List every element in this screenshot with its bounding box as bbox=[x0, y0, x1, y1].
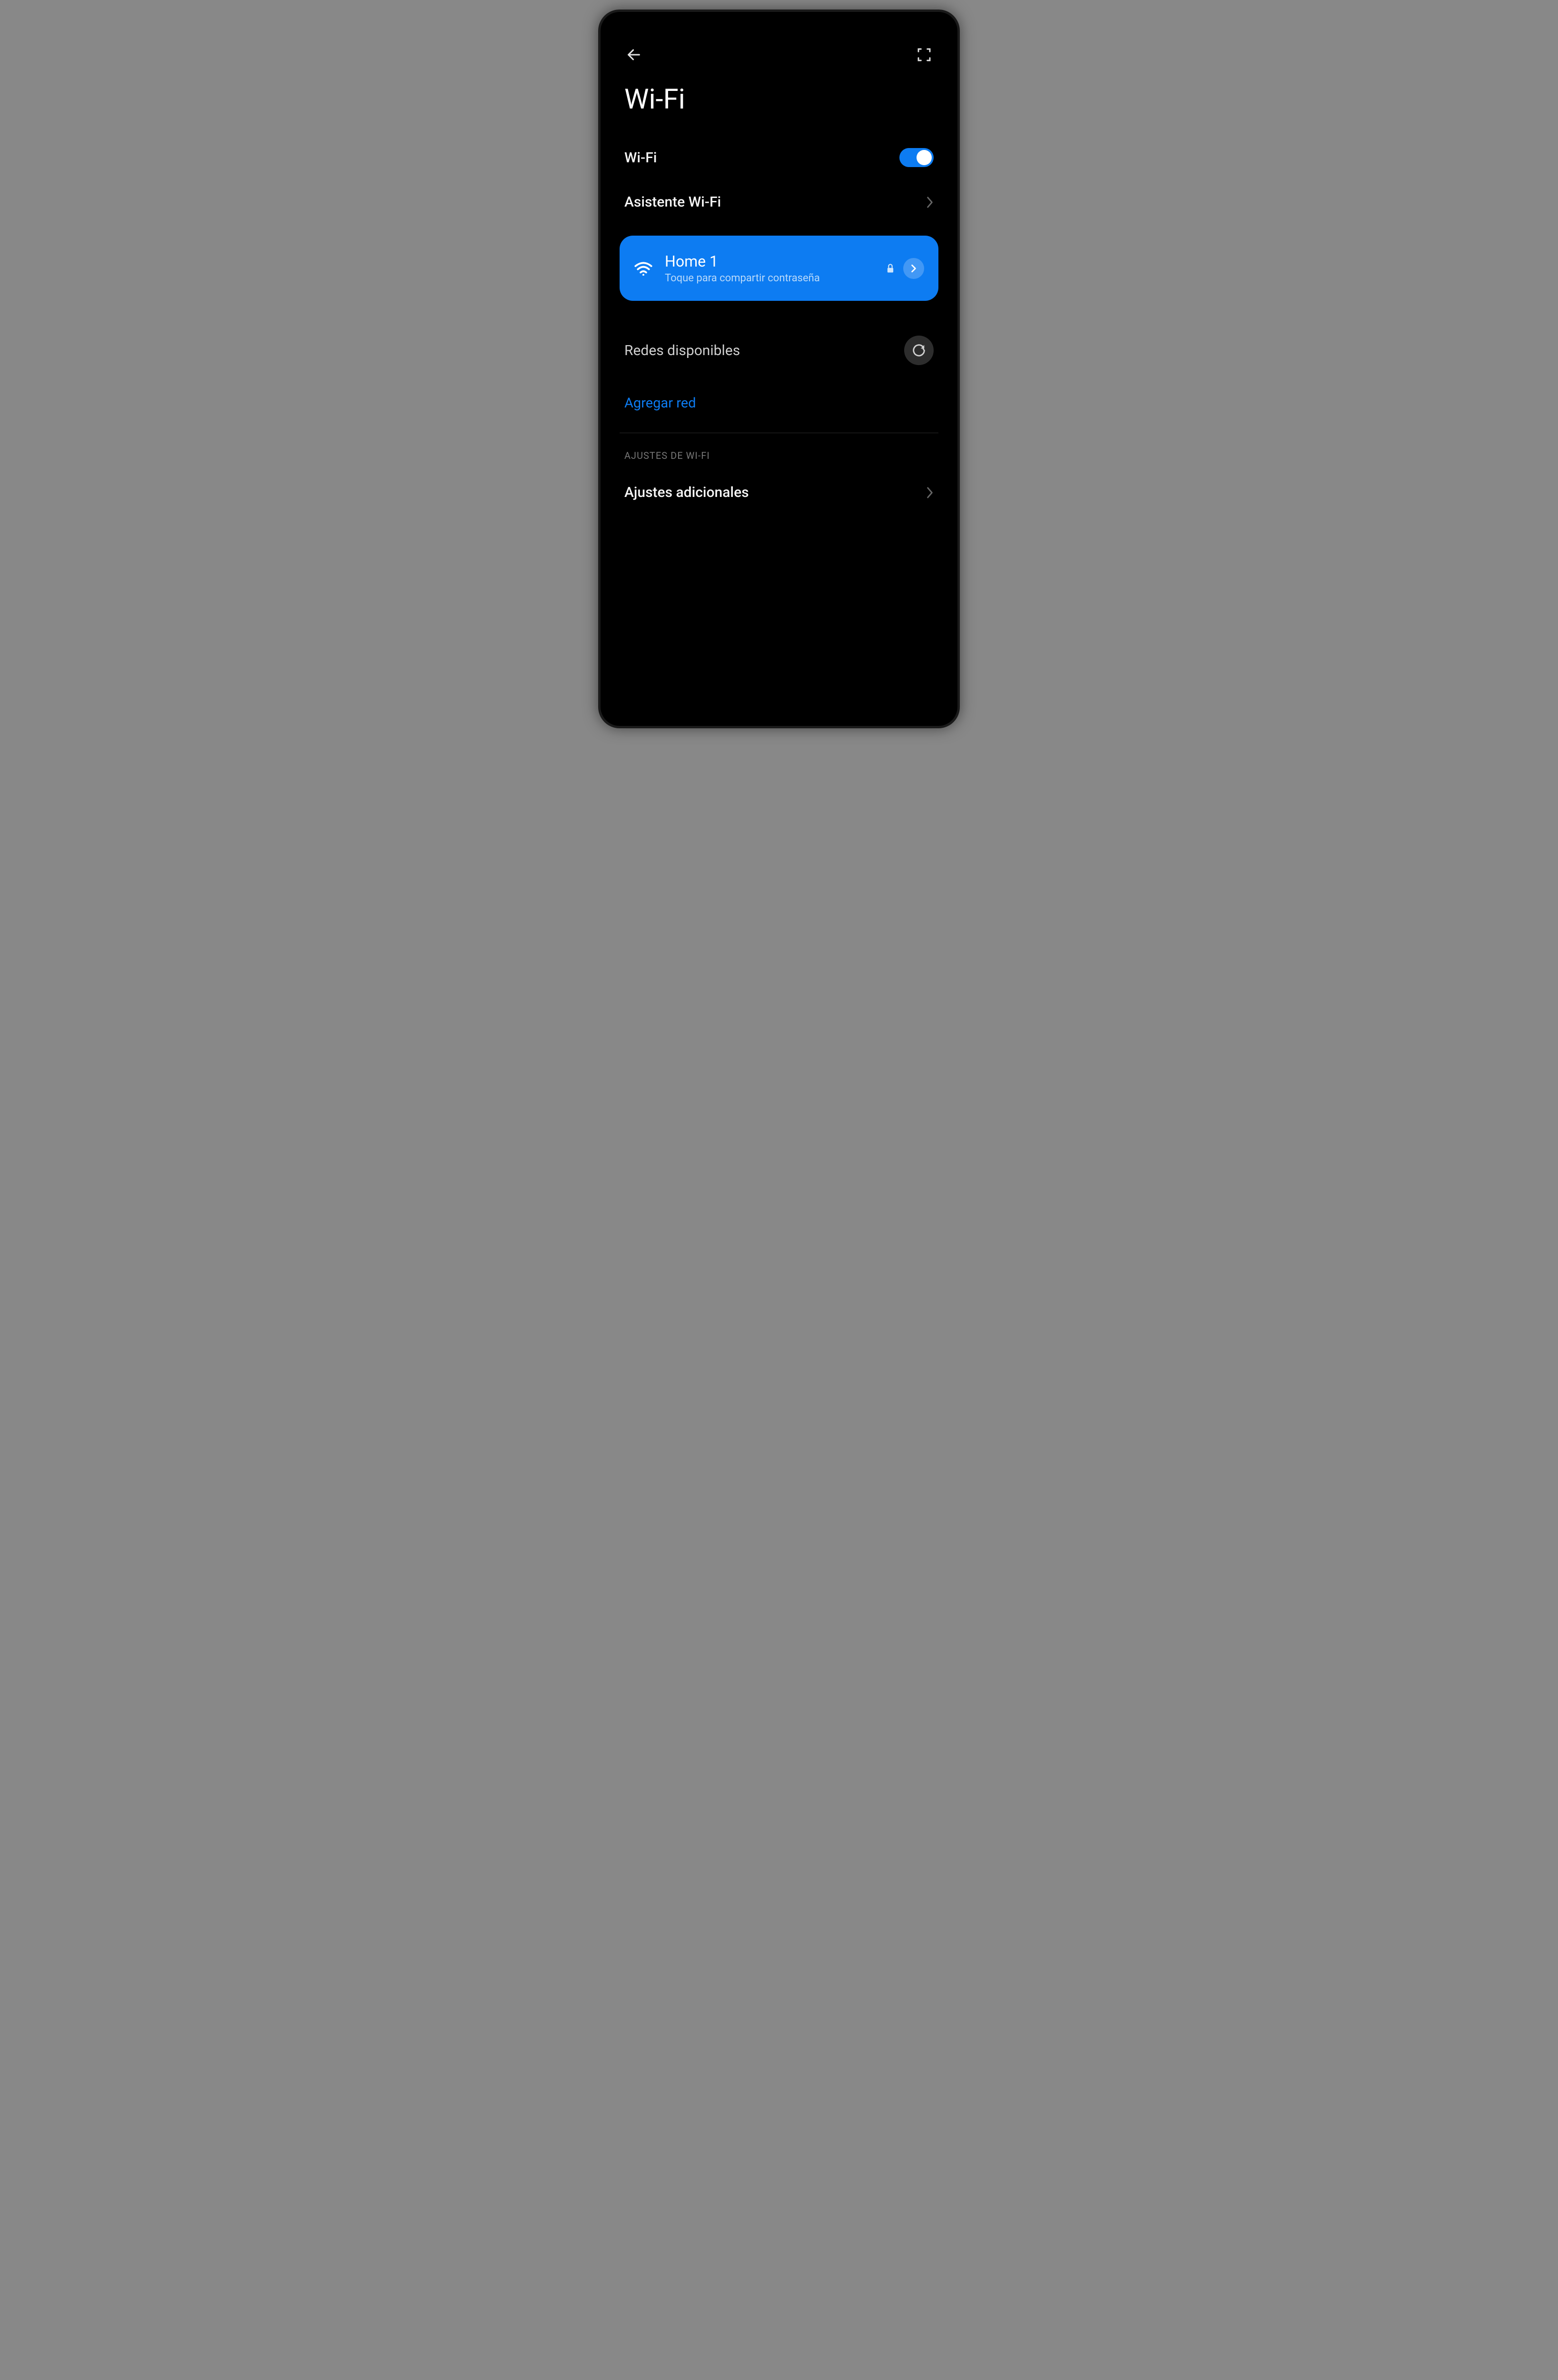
connected-subtitle: Toque para compartir contraseña bbox=[665, 272, 886, 284]
card-icons-group bbox=[886, 258, 924, 279]
wifi-toggle-row[interactable]: Wi-Fi bbox=[620, 135, 938, 180]
wifi-assistant-label: Asistente Wi-Fi bbox=[624, 194, 721, 210]
refresh-networks-button[interactable] bbox=[904, 336, 934, 365]
add-network-row[interactable]: Agregar red bbox=[620, 378, 938, 433]
available-networks-header: Redes disponibles bbox=[620, 322, 938, 378]
wifi-toggle-switch[interactable] bbox=[899, 148, 934, 167]
connected-network-info: Home 1 Toque para compartir contraseña bbox=[665, 252, 886, 284]
additional-settings-label: Ajustes adicionales bbox=[624, 484, 749, 501]
qr-scan-icon bbox=[917, 47, 932, 62]
refresh-icon bbox=[912, 343, 926, 357]
add-network-link[interactable]: Agregar red bbox=[624, 395, 696, 411]
chevron-right-icon bbox=[911, 264, 917, 273]
chevron-right-icon bbox=[926, 196, 934, 208]
network-details-button[interactable] bbox=[903, 258, 924, 279]
back-arrow-icon bbox=[626, 47, 642, 63]
wifi-assistant-row[interactable]: Asistente Wi-Fi bbox=[620, 180, 938, 224]
connected-ssid: Home 1 bbox=[665, 252, 886, 270]
page-title: Wi-Fi bbox=[620, 83, 938, 135]
additional-settings-row[interactable]: Ajustes adicionales bbox=[620, 471, 938, 514]
qr-scan-button[interactable] bbox=[915, 45, 934, 64]
phone-frame: Wi-Fi Wi-Fi Asistente Wi-Fi bbox=[598, 10, 960, 728]
lock-icon bbox=[886, 263, 895, 274]
back-button[interactable] bbox=[624, 45, 643, 64]
chevron-right-icon bbox=[926, 486, 934, 499]
wifi-settings-section-label: AJUSTES DE WI-FI bbox=[620, 450, 938, 471]
connected-network-card[interactable]: Home 1 Toque para compartir contraseña bbox=[620, 236, 938, 301]
wifi-signal-icon bbox=[634, 261, 653, 276]
top-bar bbox=[620, 31, 938, 83]
toggle-knob bbox=[917, 150, 932, 165]
available-networks-title: Redes disponibles bbox=[624, 342, 740, 359]
wifi-toggle-label: Wi-Fi bbox=[624, 149, 657, 166]
screen: Wi-Fi Wi-Fi Asistente Wi-Fi bbox=[605, 17, 953, 721]
